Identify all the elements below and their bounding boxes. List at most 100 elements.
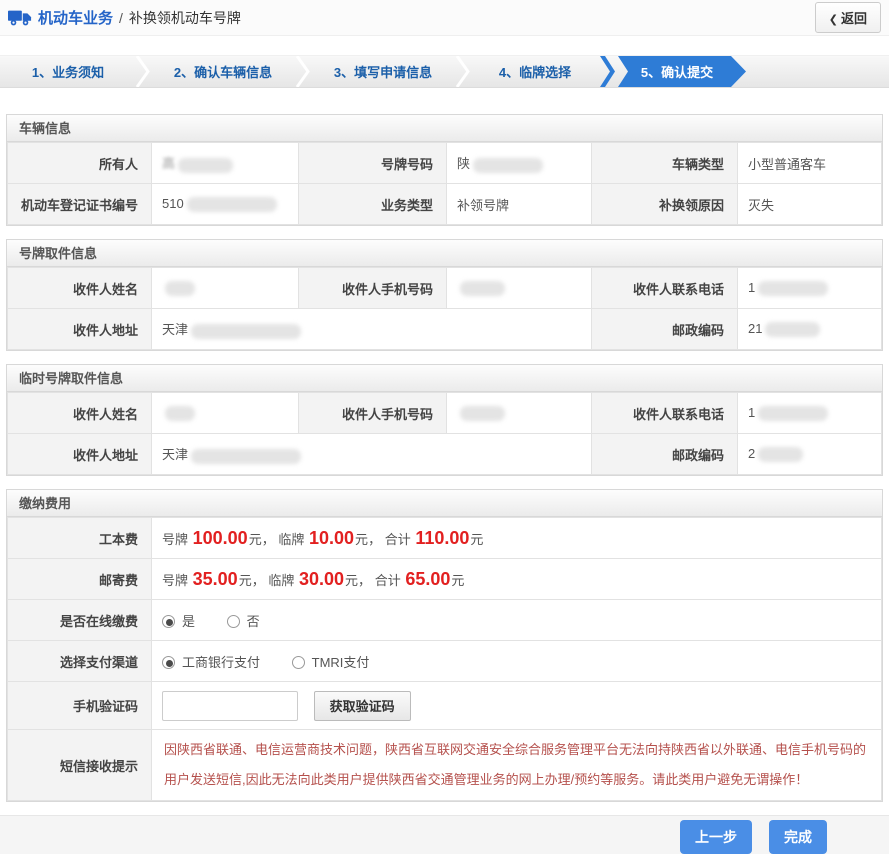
table-row: 机动车登记证书编号 510 业务类型 补领号牌 补换领原因 灭失 — [8, 184, 882, 225]
plate-number-label: 号牌号码 — [299, 143, 447, 184]
sms-tip-text: 因陕西省联通、电信运营商技术问题，陕西省互联网交通安全综合服务管理平台无法向持陕… — [152, 730, 882, 801]
temp-postage-amount: 30.00 — [299, 569, 344, 589]
table-row: 收件人地址 天津 邮政编码 2 — [8, 434, 882, 475]
plate-pickup-table: 收件人姓名 收件人手机号码 收件人联系电话 1 收件人地址 天津 邮政编码 21 — [7, 267, 882, 350]
step-5-group: 5、确认提交 — [600, 56, 746, 87]
radio-tmri[interactable] — [292, 656, 305, 669]
step-3-application[interactable]: 3、填写申请信息 — [310, 56, 456, 87]
table-row: 短信接收提示 因陕西省联通、电信运营商技术问题，陕西省互联网交通安全综合服务管理… — [8, 730, 882, 801]
previous-step-button[interactable]: 上一步 — [680, 820, 752, 854]
back-label: 返回 — [841, 11, 867, 26]
recipient-address-value: 天津 — [152, 309, 592, 350]
icbc-pay-option[interactable]: 工商银行支付 — [162, 655, 260, 670]
recipient-phone-label: 收件人联系电话 — [592, 393, 738, 434]
redacted-value — [460, 281, 505, 296]
redacted-value — [178, 158, 233, 173]
recipient-phone-value: 1 — [738, 268, 882, 309]
recipient-phone-label: 收件人联系电话 — [592, 268, 738, 309]
redacted-value — [191, 449, 301, 464]
redacted-value — [191, 324, 301, 339]
vehicle-type-label: 车辆类型 — [592, 143, 738, 184]
back-chevron-icon: ❮ — [829, 14, 838, 26]
sms-code-row: 获取验证码 — [152, 682, 882, 730]
tmri-pay-option[interactable]: TMRI支付 — [292, 655, 370, 670]
reason-label: 补换领原因 — [592, 184, 738, 225]
recipient-name-label: 收件人姓名 — [8, 393, 152, 434]
recipient-mobile-value — [447, 268, 592, 309]
table-row: 选择支付渠道 工商银行支付 TMRI支付 — [8, 641, 882, 682]
vehicle-type-value: 小型普通客车 — [738, 143, 882, 184]
zip-code-value: 21 — [738, 309, 882, 350]
radio-yes[interactable] — [162, 615, 175, 628]
recipient-name-value — [152, 268, 299, 309]
business-type-value: 补领号牌 — [447, 184, 592, 225]
recipient-name-label: 收件人姓名 — [8, 268, 152, 309]
redacted-value — [165, 281, 195, 296]
temp-fee-amount: 10.00 — [309, 528, 354, 548]
table-row: 是否在线缴费 是 否 — [8, 600, 882, 641]
temp-plate-pickup-table: 收件人姓名 收件人手机号码 收件人联系电话 1 收件人地址 天津 邮政编码 2 — [7, 392, 882, 475]
postage-fee-value: 号牌 35.00元， 临牌 30.00元， 合计 65.00元 — [152, 559, 882, 600]
plate-fee-amount: 100.00 — [193, 528, 248, 548]
redacted-value — [758, 281, 828, 296]
online-pay-yes-option[interactable]: 是 — [162, 614, 195, 629]
total-postage-amount: 65.00 — [405, 569, 450, 589]
step-1-notice[interactable]: 1、业务须知 — [0, 56, 136, 87]
back-button[interactable]: ❮返回 — [815, 2, 881, 33]
step-separator-icon — [296, 56, 310, 87]
table-row: 收件人地址 天津 邮政编码 21 — [8, 309, 882, 350]
online-payment-options: 是 否 — [152, 600, 882, 641]
radio-no[interactable] — [227, 615, 240, 628]
breadcrumb-current: 补换领机动车号牌 — [129, 8, 241, 28]
cert-number-label: 机动车登记证书编号 — [8, 184, 152, 225]
step-active-lead-chevron — [600, 56, 615, 87]
step-5-confirm-submit[interactable]: 5、确认提交 — [618, 56, 746, 87]
cert-number-value: 510 — [152, 184, 299, 225]
get-code-button[interactable]: 获取验证码 — [314, 691, 411, 721]
table-row: 邮寄费 号牌 35.00元， 临牌 30.00元， 合计 65.00元 — [8, 559, 882, 600]
breadcrumb-separator: / — [119, 10, 123, 26]
temp-plate-pickup-title: 临时号牌取件信息 — [7, 365, 882, 392]
table-row: 所有人 高 号牌号码 陕 车辆类型 小型普通客车 — [8, 143, 882, 184]
sms-code-label: 手机验证码 — [8, 682, 152, 730]
content: 车辆信息 所有人 高 号牌号码 陕 车辆类型 小型普通客车 机动车登记证书编号 … — [0, 88, 889, 815]
step-separator-icon — [456, 56, 470, 87]
recipient-name-value — [152, 393, 299, 434]
redacted-value — [758, 447, 803, 462]
postage-fee-label: 邮寄费 — [8, 559, 152, 600]
table-row: 手机验证码 获取验证码 — [8, 682, 882, 730]
zip-code-value: 2 — [738, 434, 882, 475]
page: 机动车业务 / 补换领机动车号牌 ❮返回 1、业务须知 2、确认车辆信息 3、填… — [0, 0, 889, 854]
production-fee-label: 工本费 — [8, 518, 152, 559]
step-4-temp-plate[interactable]: 4、临牌选择 — [470, 56, 600, 87]
vehicle-info-section: 车辆信息 所有人 高 号牌号码 陕 车辆类型 小型普通客车 机动车登记证书编号 … — [6, 114, 883, 226]
recipient-mobile-value — [447, 393, 592, 434]
owner-value: 高 — [152, 143, 299, 184]
recipient-address-label: 收件人地址 — [8, 434, 152, 475]
redacted-value — [758, 406, 828, 421]
table-row: 收件人姓名 收件人手机号码 收件人联系电话 1 — [8, 393, 882, 434]
fees-section: 缴纳费用 工本费 号牌 100.00元， 临牌 10.00元， 合计 110.0… — [6, 489, 883, 802]
breadcrumb-title[interactable]: 机动车业务 — [38, 7, 113, 28]
business-type-label: 业务类型 — [299, 184, 447, 225]
recipient-mobile-label: 收件人手机号码 — [299, 268, 447, 309]
redacted-value — [765, 322, 820, 337]
sms-tip-label: 短信接收提示 — [8, 730, 152, 801]
online-pay-no-option[interactable]: 否 — [227, 614, 260, 629]
reason-value: 灭失 — [738, 184, 882, 225]
finish-button[interactable]: 完成 — [769, 820, 827, 854]
owner-label: 所有人 — [8, 143, 152, 184]
table-row: 收件人姓名 收件人手机号码 收件人联系电话 1 — [8, 268, 882, 309]
redacted-value — [165, 406, 195, 421]
footer-bar: 上一步 完成 — [0, 815, 889, 854]
recipient-mobile-label: 收件人手机号码 — [299, 393, 447, 434]
step-2-confirm-vehicle[interactable]: 2、确认车辆信息 — [150, 56, 296, 87]
radio-icbc[interactable] — [162, 656, 175, 669]
sms-code-input[interactable] — [162, 691, 298, 721]
redacted-value — [460, 406, 505, 421]
plate-number-value: 陕 — [447, 143, 592, 184]
production-fee-value: 号牌 100.00元， 临牌 10.00元， 合计 110.00元 — [152, 518, 882, 559]
plate-pickup-section: 号牌取件信息 收件人姓名 收件人手机号码 收件人联系电话 1 收件人地址 天津 … — [6, 239, 883, 351]
fees-table: 工本费 号牌 100.00元， 临牌 10.00元， 合计 110.00元 邮寄… — [7, 517, 882, 801]
payment-channel-label: 选择支付渠道 — [8, 641, 152, 682]
